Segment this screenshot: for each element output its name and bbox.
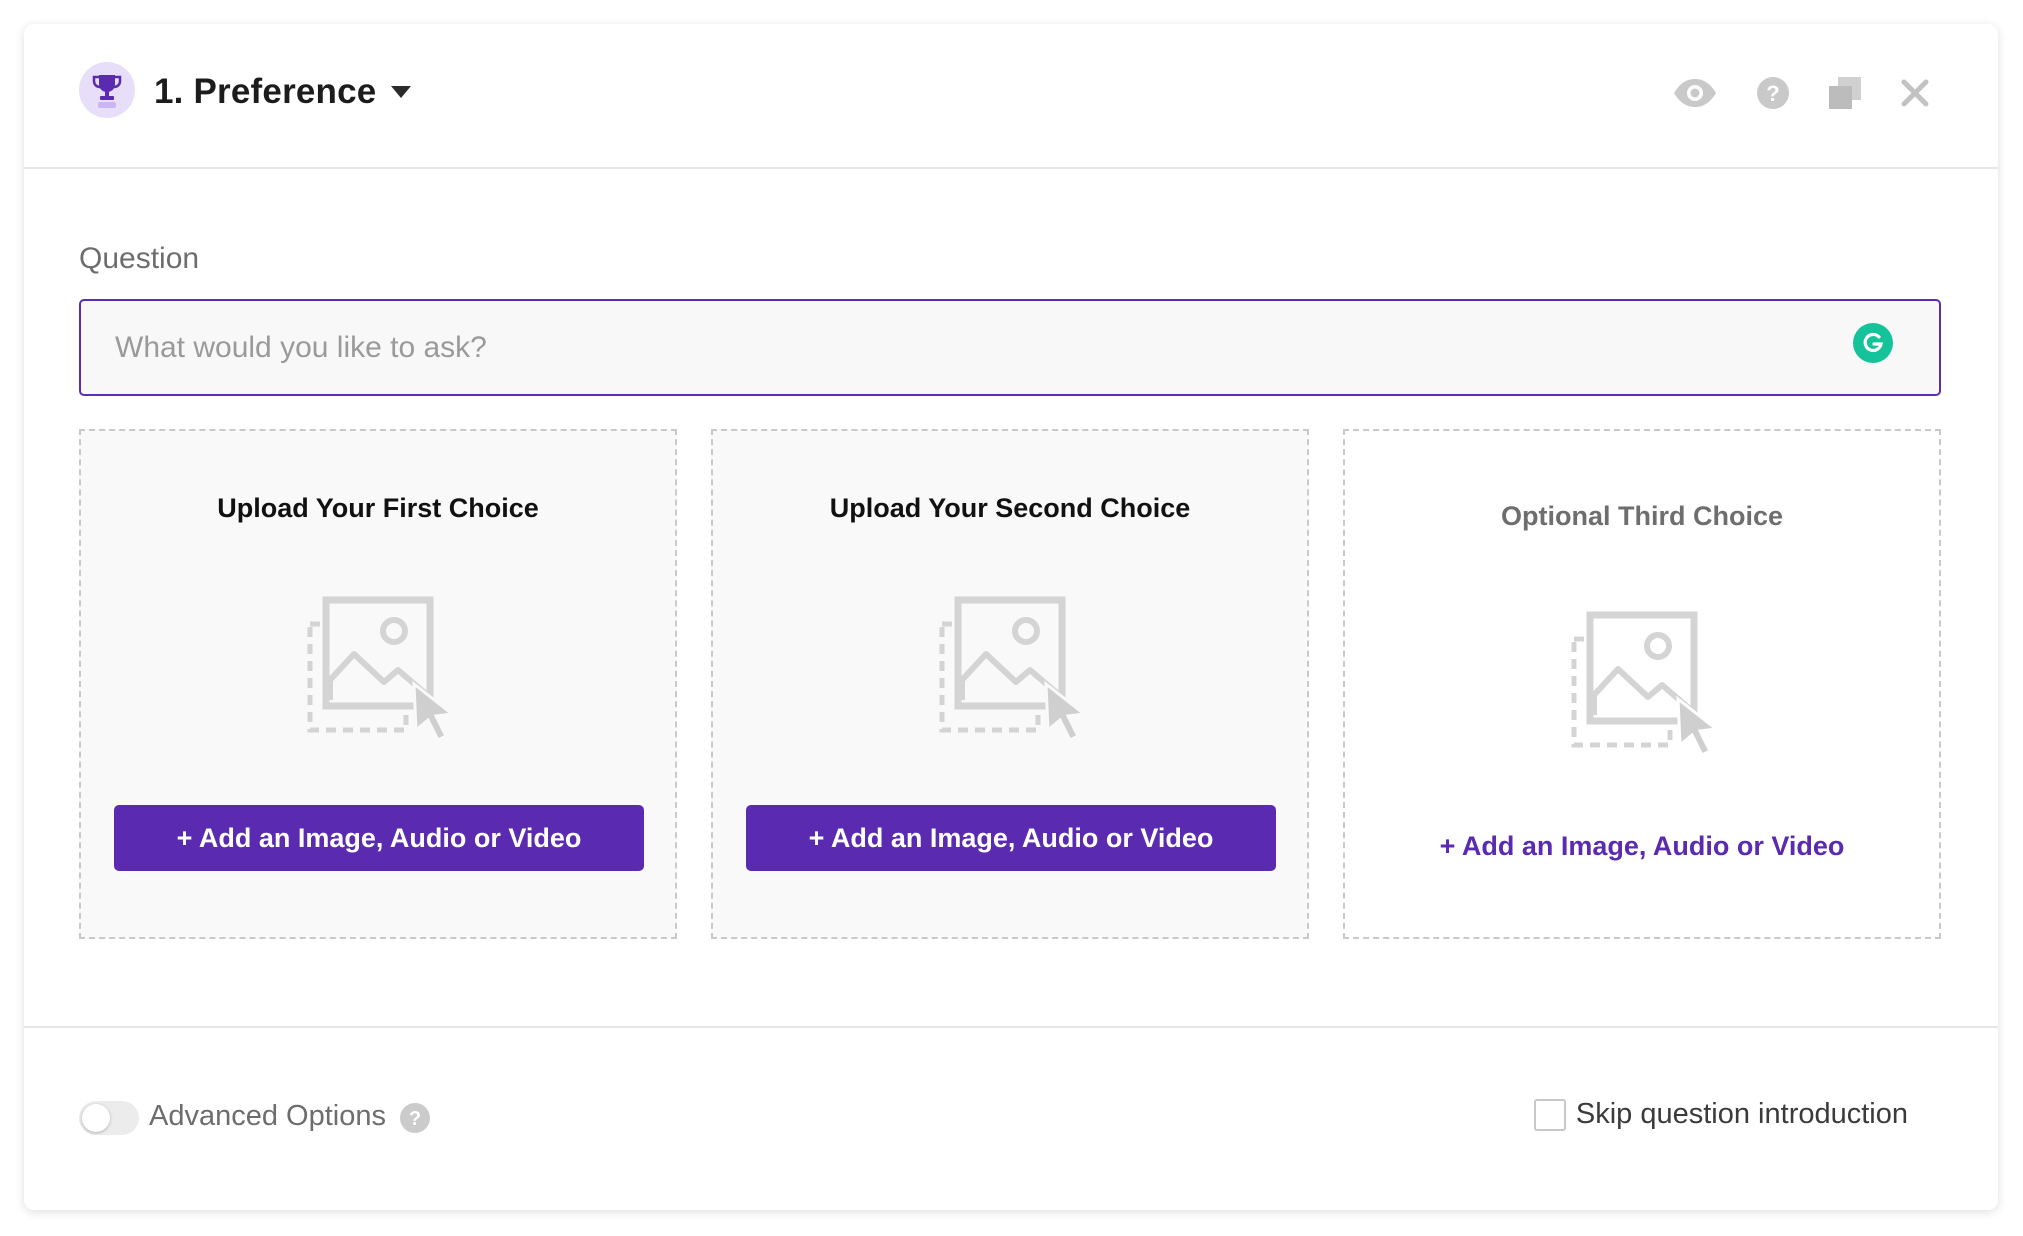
add-media-button[interactable]: + Add an Image, Audio or Video: [746, 805, 1276, 871]
toggle-knob: [82, 1104, 110, 1132]
editor-footer: Advanced Options ? Skip question introdu…: [24, 1026, 1998, 1210]
choice-title: Upload Your Second Choice: [829, 493, 1191, 523]
add-media-link[interactable]: + Add an Image, Audio or Video: [1345, 831, 1939, 862]
advanced-options-label: Advanced Options: [149, 1100, 386, 1132]
third-choice-dropzone[interactable]: Optional Third Choice + Add an Image, Au…: [1343, 429, 1941, 939]
page-title: 1. Preference: [154, 72, 377, 111]
skip-introduction-label: Skip question introduction: [1575, 1098, 1908, 1130]
question-label: Question: [79, 242, 200, 275]
image-upload-icon: [939, 596, 1088, 743]
second-choice-dropzone[interactable]: Upload Your Second Choice + Add an Image…: [711, 429, 1309, 939]
close-icon[interactable]: [1900, 78, 1930, 108]
add-media-button[interactable]: + Add an Image, Audio or Video: [114, 805, 644, 871]
question-field: [79, 299, 1941, 396]
image-upload-icon: [1571, 611, 1720, 758]
question-type-badge: [79, 62, 135, 118]
grammarly-icon[interactable]: [1853, 323, 1893, 363]
svg-text:?: ?: [409, 1108, 421, 1130]
image-upload-icon: [307, 596, 456, 743]
first-choice-dropzone[interactable]: Upload Your First Choice + Add an Image,…: [79, 429, 677, 939]
choice-title: Upload Your First Choice: [217, 493, 539, 523]
duplicate-icon[interactable]: [1828, 76, 1862, 110]
question-type-dropdown[interactable]: 1. Preference: [154, 72, 412, 112]
help-icon[interactable]: ?: [399, 1102, 431, 1134]
trophy-icon: [92, 75, 122, 108]
skip-introduction-checkbox[interactable]: [1533, 1098, 1566, 1131]
advanced-options-toggle[interactable]: [79, 1101, 139, 1135]
header-actions: ?: [1672, 76, 1930, 110]
editor-header: 1. Preference ?: [24, 24, 1998, 169]
choices-row: Upload Your First Choice + Add an Image,…: [79, 429, 1941, 939]
svg-text:?: ?: [1766, 81, 1779, 106]
help-icon[interactable]: ?: [1756, 76, 1790, 110]
caret-down-icon: [391, 86, 412, 98]
skip-introduction-option[interactable]: Skip question introduction: [1533, 1098, 1908, 1131]
question-editor-card: 1. Preference ? Question What would you …: [24, 24, 1998, 1210]
eye-icon[interactable]: [1672, 78, 1718, 108]
choice-title: Optional Third Choice: [1501, 501, 1783, 531]
question-input[interactable]: [115, 301, 1855, 394]
